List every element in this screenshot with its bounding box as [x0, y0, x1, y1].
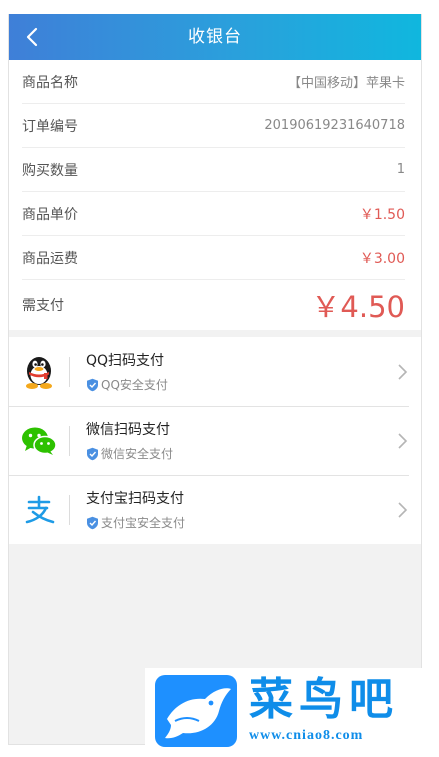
watermark-name: 菜鸟吧: [249, 674, 399, 725]
product-name-row: 商品名称 【中国移动】苹果卡: [22, 60, 405, 104]
bird-logo-icon: [155, 675, 237, 747]
shield-icon: [87, 378, 98, 391]
vertical-separator: [69, 494, 70, 525]
shield-icon: [87, 447, 98, 460]
qq-pay-name: QQ扫码支付: [86, 353, 165, 369]
chevron-right-icon: [398, 432, 408, 449]
product-name-value: 【中国移动】苹果卡: [287, 76, 405, 91]
section-divider: [9, 330, 421, 337]
unit-price-label: 商品单价: [22, 206, 78, 223]
cashier-page: 收银台 商品名称 【中国移动】苹果卡 订单编号 2019061923164071…: [8, 14, 422, 745]
wechat-icon: [9, 406, 69, 475]
unit-price-value: ￥1.50: [359, 206, 405, 223]
total-label: 需支付: [22, 298, 64, 314]
order-number-value: 20190619231640718: [264, 118, 405, 133]
qq-penguin-icon: [9, 337, 69, 406]
total-row: 需支付 ￥4.50: [22, 280, 405, 330]
wechat-pay-subtitle: 微信安全支付: [86, 445, 391, 462]
payment-option-qq[interactable]: QQ扫码支付 QQ安全支付: [9, 337, 421, 406]
shipping-fee-label: 商品运费: [22, 250, 78, 267]
page-title: 收银台: [188, 27, 242, 47]
quantity-row: 购买数量 1: [22, 148, 405, 192]
wechat-pay-text: 微信扫码支付 微信安全支付: [86, 419, 391, 462]
quantity-value: 1: [396, 162, 405, 177]
watermark: 菜鸟吧 www.cniao8.com: [145, 668, 435, 753]
wechat-pay-name: 微信扫码支付: [86, 422, 170, 438]
unit-price-row: 商品单价 ￥1.50: [22, 192, 405, 236]
order-number-row: 订单编号 20190619231640718: [22, 104, 405, 148]
header-bar: 收银台: [9, 14, 421, 60]
payment-method-list: QQ扫码支付 QQ安全支付 微信扫码支付 微信安全支付 支付宝扫码支付 支付宝安…: [9, 337, 421, 544]
vertical-separator: [69, 356, 70, 387]
shipping-fee-value: ￥3.00: [359, 250, 405, 267]
watermark-url: www.cniao8.com: [249, 728, 364, 743]
quantity-label: 购买数量: [22, 162, 78, 179]
order-details: 商品名称 【中国移动】苹果卡 订单编号 20190619231640718 购买…: [9, 60, 421, 330]
alipay-pay-subtitle-text: 支付宝安全支付: [101, 516, 186, 530]
chevron-right-icon: [398, 363, 408, 380]
alipay-pay-subtitle: 支付宝安全支付: [86, 514, 391, 531]
product-name-label: 商品名称: [22, 74, 78, 91]
vertical-separator: [69, 425, 70, 456]
order-number-label: 订单编号: [22, 118, 78, 135]
shield-icon: [87, 516, 98, 529]
qq-pay-subtitle: QQ安全支付: [86, 376, 391, 393]
chevron-right-icon: [398, 501, 408, 518]
qq-pay-text: QQ扫码支付 QQ安全支付: [86, 350, 391, 393]
payment-option-wechat[interactable]: 微信扫码支付 微信安全支付: [9, 406, 421, 475]
total-amount: ￥4.50: [311, 290, 405, 324]
payment-option-alipay[interactable]: 支付宝扫码支付 支付宝安全支付: [9, 475, 421, 544]
alipay-pay-name: 支付宝扫码支付: [86, 491, 184, 507]
alipay-icon: [9, 475, 69, 544]
qq-pay-subtitle-text: QQ安全支付: [101, 378, 168, 392]
alipay-pay-text: 支付宝扫码支付 支付宝安全支付: [86, 488, 391, 531]
wechat-pay-subtitle-text: 微信安全支付: [101, 447, 174, 461]
shipping-fee-row: 商品运费 ￥3.00: [22, 236, 405, 280]
